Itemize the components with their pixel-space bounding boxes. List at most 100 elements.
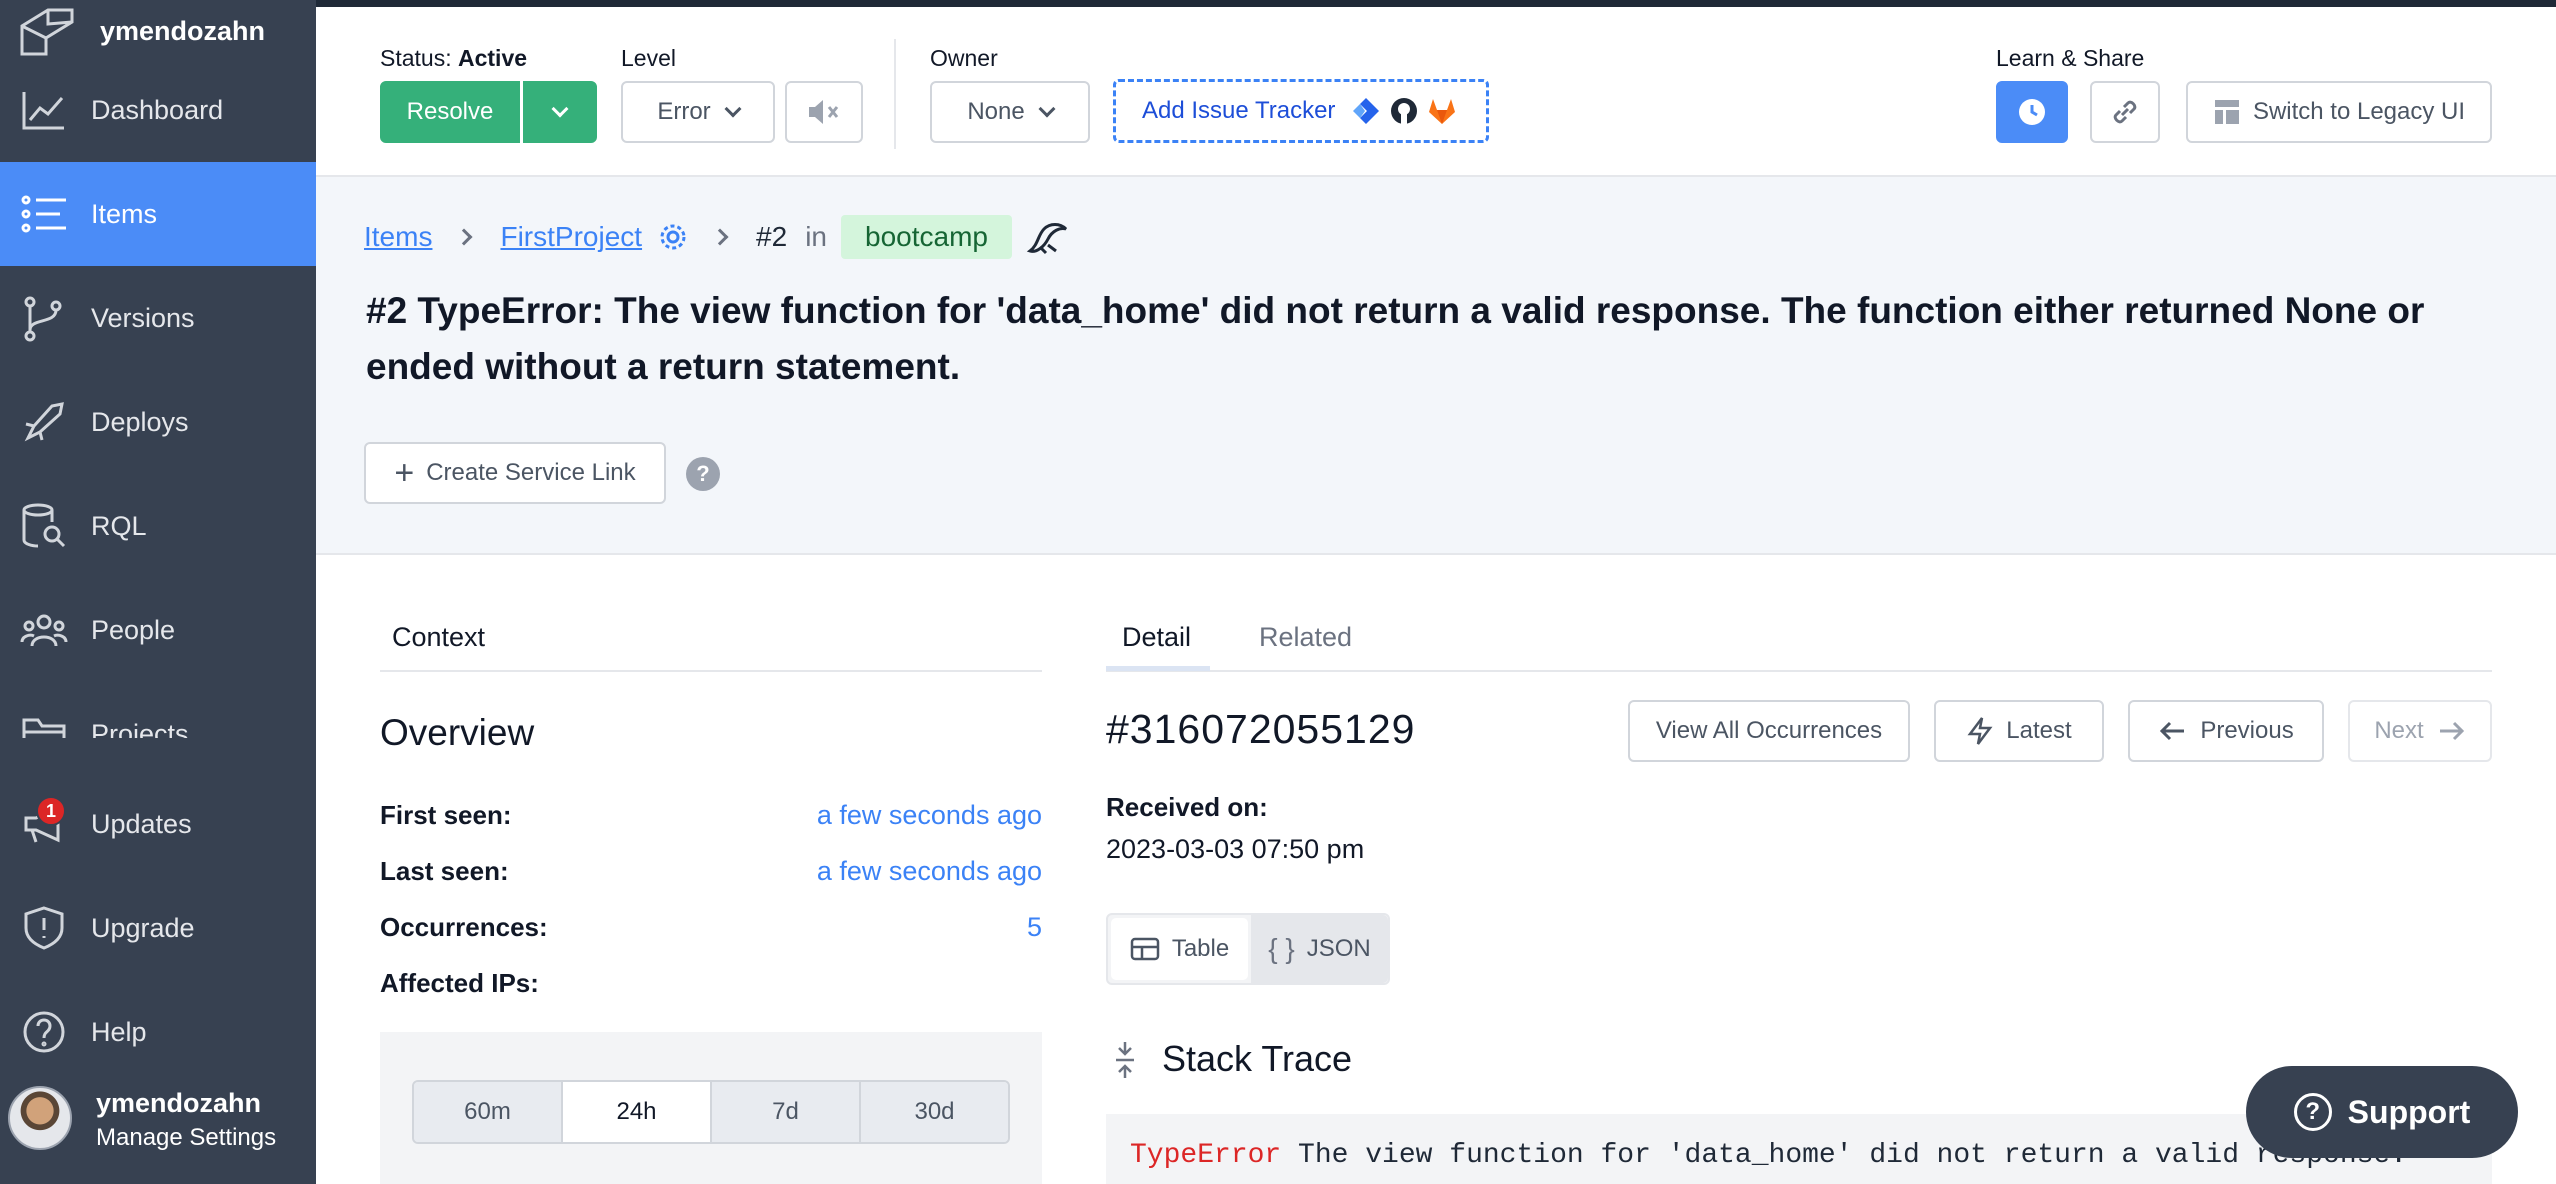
mute-button[interactable]	[785, 81, 863, 143]
resolve-button[interactable]: Resolve	[380, 81, 520, 143]
time-range-selector: 60m 24h 7d 30d	[412, 1080, 1010, 1144]
previous-button[interactable]: Previous	[2128, 700, 2324, 762]
first-seen-label: First seen:	[380, 800, 512, 830]
status-prefix: Status:	[380, 45, 452, 71]
sidebar-item-label: Dashboard	[91, 94, 224, 125]
gear-icon[interactable]	[658, 222, 688, 252]
learn-share-label: Learn & Share	[1996, 45, 2145, 71]
first-seen-value[interactable]: a few seconds ago	[817, 800, 1042, 831]
sidebar-item-label: RQL	[91, 510, 147, 541]
manage-settings-link[interactable]: Manage Settings	[96, 1124, 276, 1152]
received-on-value: 2023-03-03 07:50 pm	[1106, 834, 1365, 864]
arrow-left-icon	[2160, 721, 2185, 741]
resolve-dropdown-button[interactable]	[523, 81, 597, 143]
breadcrumb-project-link[interactable]: FirstProject	[500, 221, 642, 253]
table-icon	[1130, 937, 1160, 961]
github-icon	[1391, 98, 1418, 124]
json-view-button[interactable]: { } JSON	[1251, 915, 1388, 983]
sidebar-item-upgrade[interactable]: Upgrade	[0, 876, 316, 980]
question-icon[interactable]: ?	[686, 457, 720, 491]
sidebar-item-label: Updates	[91, 808, 192, 839]
range-7d-button[interactable]: 7d	[712, 1082, 861, 1142]
item-toolbar: Status: Active Resolve Level Error Owner…	[316, 7, 2556, 177]
range-30d-button[interactable]: 30d	[861, 1082, 1008, 1142]
item-title: #2 TypeError: The view function for 'dat…	[366, 290, 2425, 387]
sidebar-item-items[interactable]: Items	[0, 162, 316, 266]
latest-button[interactable]: Latest	[1934, 700, 2104, 762]
sidebar-item-label: Items	[91, 198, 158, 229]
collapse-icon[interactable]	[1110, 1040, 1140, 1080]
sidebar: ymendozahn Dashboard Items Versions Depl…	[0, 0, 316, 1184]
sidebar-item-label: Help	[91, 1016, 147, 1047]
create-service-link-button[interactable]: + Create Service Link	[364, 442, 666, 504]
toolbar-divider	[894, 39, 896, 149]
user-name: ymendozahn	[96, 1088, 262, 1118]
switch-legacy-ui-button[interactable]: Switch to Legacy UI	[2186, 81, 2492, 143]
stack-trace-title: Stack Trace	[1162, 1038, 1353, 1079]
sidebar-item-versions[interactable]: Versions	[0, 266, 316, 370]
tab-related[interactable]: Related	[1259, 622, 1352, 653]
history-button[interactable]	[1996, 81, 2068, 143]
level-select[interactable]: Error	[621, 81, 775, 143]
view-mode-toggle: Table { } JSON	[1106, 913, 1390, 985]
chevron-down-icon	[1038, 100, 1056, 118]
detail-tab-active-indicator	[1106, 666, 1210, 671]
tab-context[interactable]: Context	[392, 622, 485, 653]
table-view-button[interactable]: Table	[1111, 918, 1248, 980]
occurrences-value[interactable]: 5	[1027, 912, 1042, 943]
next-label: Next	[2374, 717, 2424, 744]
level-label: Level	[621, 45, 676, 71]
sidebar-item-label: Deploys	[91, 406, 189, 437]
people-icon	[20, 614, 68, 647]
range-60m-button[interactable]: 60m	[414, 1082, 563, 1142]
sidebar-item-people[interactable]: People	[0, 578, 316, 682]
branch-icon	[24, 296, 62, 342]
chevron-right-icon	[711, 228, 729, 246]
rollbar-logo-icon	[20, 8, 74, 56]
sidebar-item-rql[interactable]: RQL	[0, 474, 316, 578]
sidebar-item-projects[interactable]: Projects	[0, 682, 316, 738]
chevron-down-icon	[724, 100, 742, 118]
link-icon	[2113, 100, 2137, 124]
support-button[interactable]: ? Support	[2246, 1066, 2518, 1158]
tab-detail[interactable]: Detail	[1122, 622, 1191, 653]
braces-icon: { }	[1268, 933, 1295, 964]
add-issue-tracker-button[interactable]: Add Issue Tracker	[1113, 79, 1489, 143]
owner-select[interactable]: None	[930, 81, 1090, 143]
timeline-panel: 60m 24h 7d 30d	[380, 1032, 1042, 1184]
sidebar-item-label: Projects	[91, 718, 189, 739]
range-24h-button[interactable]: 24h	[563, 1082, 712, 1142]
last-seen-label: Last seen:	[380, 856, 509, 886]
tracker-label: Add Issue Tracker	[1142, 97, 1336, 124]
user-menu[interactable]: ymendozahn Manage Settings	[0, 1076, 316, 1184]
next-button[interactable]: Next	[2348, 700, 2492, 762]
status-value: Active	[458, 45, 528, 71]
updates-count-badge: 1	[36, 796, 66, 826]
copy-link-button[interactable]	[2090, 81, 2160, 143]
layout-icon	[2214, 100, 2239, 124]
sidebar-item-help[interactable]: Help	[0, 980, 316, 1084]
view-all-occurrences-button[interactable]: View All Occurrences	[1628, 700, 1910, 762]
sidebar-item-label: Versions	[91, 302, 195, 333]
received-on-label: Received on:	[1106, 792, 1268, 822]
item-header: Items FirstProject #2 in bootcamp #2 Typ…	[316, 177, 2556, 555]
chevron-down-icon	[551, 100, 569, 118]
sidebar-item-dashboard[interactable]: Dashboard	[0, 58, 316, 162]
environment-badge: bootcamp	[841, 215, 1012, 259]
last-seen-value[interactable]: a few seconds ago	[817, 856, 1042, 887]
context-tab-underline	[380, 670, 1042, 672]
owner-label: Owner	[930, 45, 998, 71]
in-label: in	[805, 221, 827, 252]
table-label: Table	[1171, 935, 1230, 962]
overview-title: Overview	[380, 712, 535, 753]
python-framework-icon	[1026, 223, 1068, 255]
sidebar-item-updates[interactable]: 1 Updates	[0, 772, 316, 876]
sidebar-item-deploys[interactable]: Deploys	[0, 370, 316, 474]
previous-label: Previous	[2200, 717, 2294, 744]
arrow-right-icon	[2439, 721, 2464, 741]
breadcrumb-items-link[interactable]: Items	[364, 221, 432, 253]
exception-class: TypeError	[1130, 1140, 1282, 1171]
sidebar-scroll-area[interactable]: ymendozahn Dashboard Items Versions Depl…	[0, 0, 316, 738]
service-link-label: Create Service Link	[426, 459, 636, 486]
exception-message: The view function for 'data_home' did no…	[1298, 1140, 2408, 1171]
